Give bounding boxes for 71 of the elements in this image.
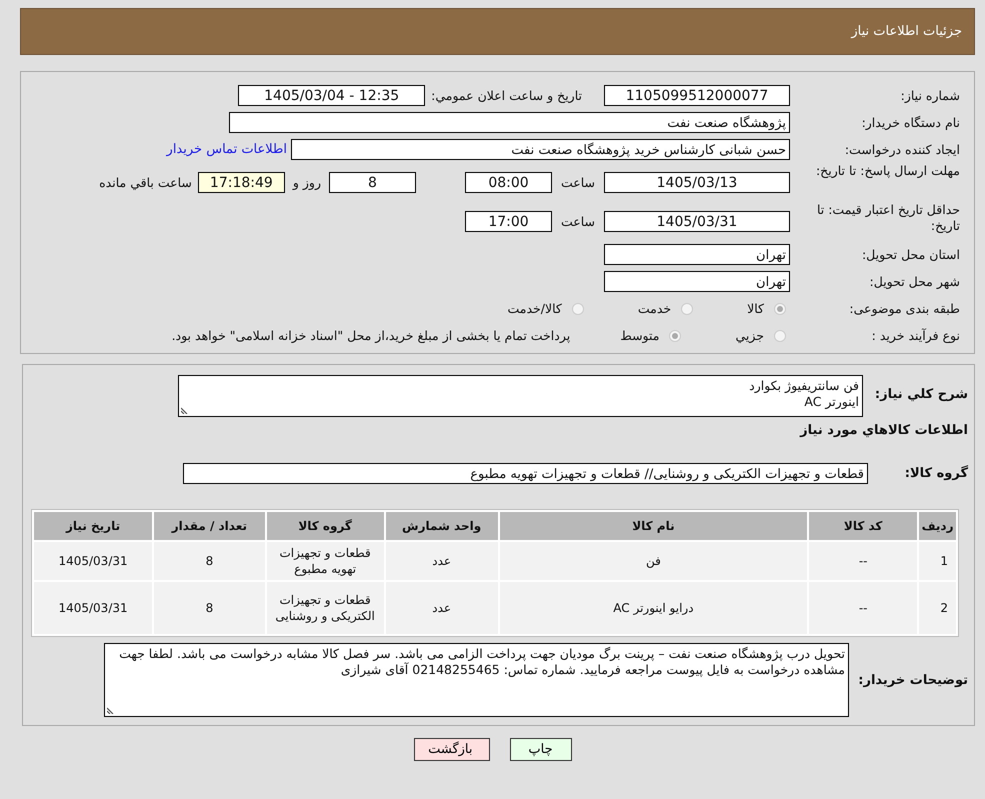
field-label: طبقه بندی موضوعی: — [848, 301, 960, 316]
section-title: اطلاعات کالاهاي مورد نیاز — [798, 423, 968, 438]
field-label: روز و — [292, 175, 321, 190]
radio-label: کالا/خدمت — [507, 301, 562, 316]
field-label: نام دستگاه خریدار: — [860, 115, 960, 130]
table-cell: 1 — [919, 542, 956, 580]
field-label: حداقل تاریخ اعتبار قیمت: تا تاریخ: — [816, 202, 960, 234]
field-label: شرح کلي نیاز: — [874, 386, 968, 402]
field-label: ایجاد کننده درخواست: — [844, 142, 960, 157]
radio-label: کالا — [747, 301, 764, 316]
field-label: ساعت باقي مانده — [99, 175, 192, 190]
column-header: نام کالا — [500, 512, 808, 540]
radio-label: متوسط — [620, 328, 660, 343]
announce-date-field: 1405/03/04 - 12:35 — [238, 85, 426, 106]
radio-label: خدمت — [638, 301, 672, 316]
column-header: تعداد / مقدار — [154, 512, 265, 540]
field-label: ساعت — [560, 214, 596, 229]
field-label: استان محل تحویل: — [860, 247, 960, 262]
table-cell: قطعات و تجهیزات تهویه مطبوع — [266, 542, 384, 580]
buyer-contact-link[interactable]: اطلاعات تماس خریدار — [166, 142, 287, 157]
field-label: مهلت ارسال پاسخ: تا تاریخ: — [814, 163, 960, 180]
field-label: نوع فرآیند خرید : — [870, 328, 960, 343]
table-cell: قطعات و تجهیزات الکتریکی و روشنایی — [266, 582, 384, 634]
back-button[interactable]: بازگشت — [414, 738, 490, 761]
days-field: 8 — [329, 172, 416, 193]
buyer-notes-text: تحویل درب پژوهشگاه صنعت نفت – پرینت برگ مودیان جهت پرداخت الزامی می باشد. سر فصل کالا مشابه درخواست می باشد. لطفا جهت مشاهده درخواست به فایل پیوست مراجعه فرمایید. شماره تماس: 02148255465 آقای شیرازی — [118, 646, 845, 678]
radio-button[interactable] — [669, 330, 682, 342]
radio-label: جزيي — [735, 328, 764, 343]
column-header: گروه کالا — [266, 512, 384, 540]
buyer-org-field: پژوهشگاه صنعت نفت — [229, 112, 790, 133]
remaining-time-field: 17:18:49 — [198, 172, 285, 193]
date-field: 1405/03/31 — [604, 211, 790, 232]
column-header: کد کالا — [809, 512, 918, 540]
requester-field: حسن شبانی کارشناس خرید پژوهشگاه صنعت نفت — [291, 139, 790, 160]
radio-button[interactable] — [774, 330, 786, 342]
column-header: ردیف — [919, 512, 956, 540]
description-line: اینورتر AC — [803, 394, 859, 410]
table-cell: درایو اینورتر AC — [500, 582, 808, 634]
radio-button[interactable] — [681, 302, 694, 314]
table-cell: عدد — [386, 542, 498, 580]
column-header: واحد شمارش — [386, 512, 498, 540]
table-cell: فن — [500, 542, 808, 580]
radio-button[interactable] — [774, 302, 786, 314]
table-cell: عدد — [386, 582, 498, 634]
province-field: تهران — [604, 244, 790, 265]
table-cell: 8 — [154, 542, 265, 580]
time-field: 08:00 — [465, 172, 552, 193]
city-field: تهران — [604, 271, 790, 292]
description-line: فن سانتریفیوژ بکوارد — [748, 378, 859, 394]
table-cell: -- — [809, 542, 918, 580]
radio-button[interactable] — [572, 302, 584, 314]
field-label: تاریخ و ساعت اعلان عمومي: — [431, 88, 582, 103]
time-field: 17:00 — [465, 211, 552, 232]
field-label: شماره نیاز: — [900, 88, 960, 103]
date-field: 1405/03/13 — [604, 172, 790, 193]
goods-group-field: قطعات و تجهیزات الکتریکی و روشنایی// قطعات و تجهیزات تهویه مطبوع — [183, 463, 868, 484]
table-cell: 8 — [154, 582, 265, 634]
resize-grip-icon — [107, 706, 115, 714]
field-label: گروه کالا: — [904, 466, 968, 481]
column-header: تاریخ نیاز — [34, 512, 152, 540]
print-button[interactable]: چاپ — [510, 738, 572, 761]
table-cell: 1405/03/31 — [34, 582, 152, 634]
field-label: شهر محل تحویل: — [868, 274, 960, 289]
field-label: ساعت — [560, 175, 596, 190]
table-cell: 1405/03/31 — [34, 542, 152, 580]
resize-grip-icon — [181, 406, 189, 414]
payment-note: پرداخت تمام یا بخشی از مبلغ خرید،از محل "اسناد خزانه اسلامی" خواهد بود. — [172, 328, 570, 343]
table-cell: -- — [809, 582, 918, 634]
page-title: جزئیات اطلاعات نیاز — [851, 24, 962, 39]
table-cell: 2 — [919, 582, 956, 634]
need-number-field: 1105099512000077 — [604, 85, 790, 106]
